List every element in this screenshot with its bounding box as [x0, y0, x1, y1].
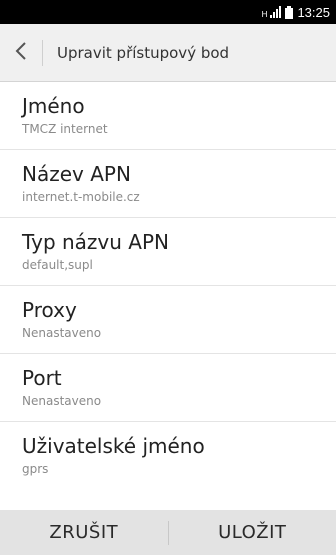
save-button[interactable]: ULOŽIT	[169, 510, 336, 555]
field-port[interactable]: Port Nenastaveno	[0, 354, 336, 422]
battery-icon	[285, 5, 294, 19]
field-value: Nenastaveno	[22, 394, 102, 408]
field-label: Uživatelské jméno	[22, 434, 205, 458]
field-label: Proxy	[22, 298, 77, 322]
status-icons: H	[261, 5, 294, 19]
title-divider	[42, 39, 43, 66]
field-value: gprs	[22, 462, 49, 476]
cancel-button[interactable]: ZRUŠIT	[0, 510, 168, 555]
signal-icon	[270, 6, 282, 18]
field-value: default,supl	[22, 258, 93, 272]
network-type-indicator: H	[261, 9, 268, 19]
field-apn-name[interactable]: Název APN internet.t-mobile.cz	[0, 150, 336, 218]
bottom-action-bar: ZRUŠIT ULOŽIT	[0, 510, 336, 555]
field-proxy[interactable]: Proxy Nenastaveno	[0, 286, 336, 354]
page-title: Upravit přístupový bod	[57, 43, 230, 62]
field-label: Název APN	[22, 162, 131, 186]
field-name[interactable]: Jméno TMCZ internet	[0, 82, 336, 150]
action-bar: Upravit přístupový bod	[0, 24, 336, 82]
field-label: Port	[22, 366, 62, 390]
field-username[interactable]: Uživatelské jméno gprs	[0, 422, 336, 479]
status-time: 13:25	[297, 4, 330, 20]
apn-settings-list: Jméno TMCZ internet Název APN internet.t…	[0, 82, 336, 479]
field-value: TMCZ internet	[22, 122, 108, 136]
field-label: Typ názvu APN	[22, 230, 169, 254]
field-label: Jméno	[22, 94, 85, 118]
field-apn-type[interactable]: Typ názvu APN default,supl	[0, 218, 336, 286]
status-bar: H 13:25	[0, 0, 336, 24]
field-value: internet.t-mobile.cz	[22, 190, 140, 204]
field-value: Nenastaveno	[22, 326, 102, 340]
back-button[interactable]	[0, 24, 42, 82]
chevron-left-icon	[15, 41, 27, 64]
